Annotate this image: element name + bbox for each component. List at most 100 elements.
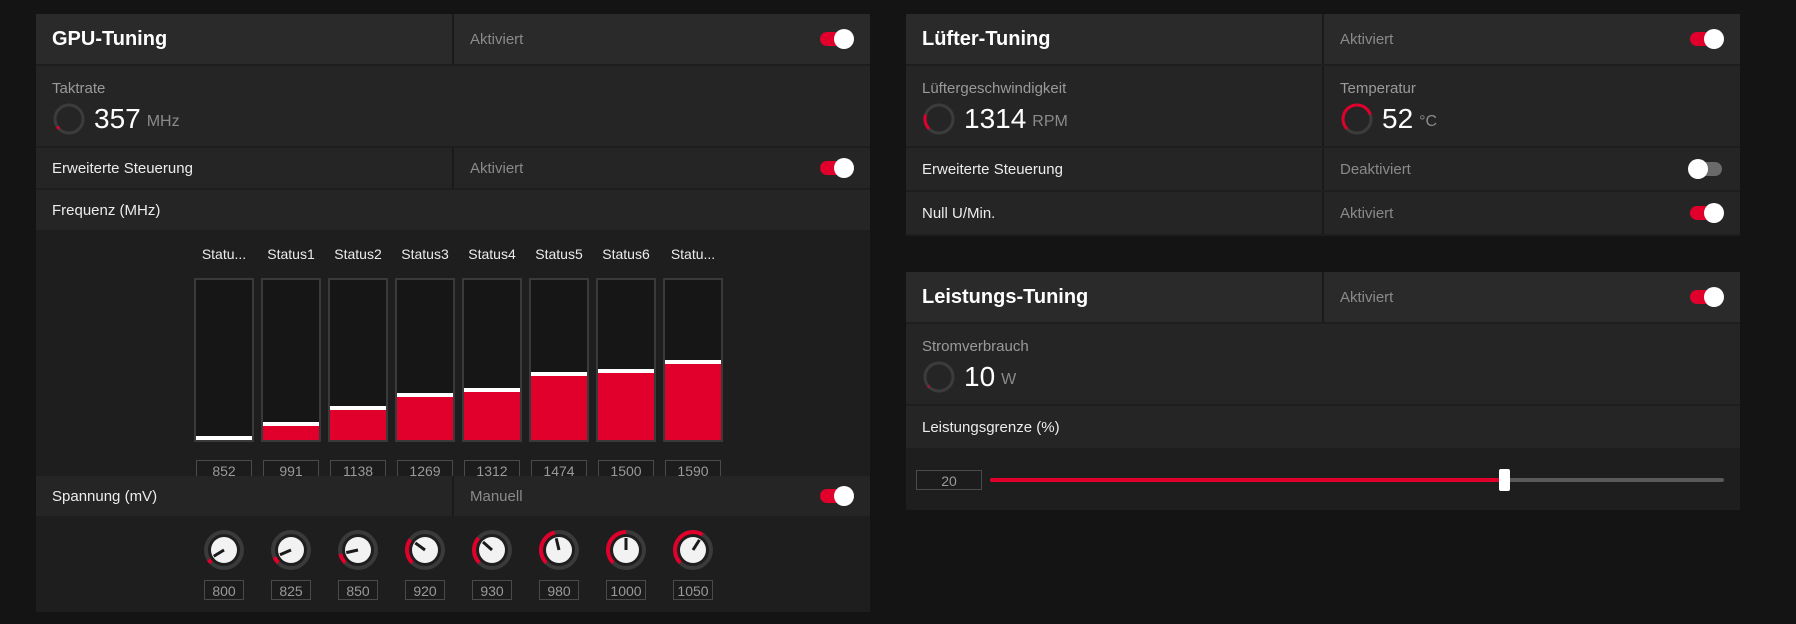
temperature-unit: °C: [1419, 113, 1438, 130]
voltage-knob-value[interactable]: 980: [539, 580, 579, 600]
voltage-label: Spannung (mV): [52, 487, 158, 505]
frequency-state-label: Status4: [468, 246, 516, 262]
frequency-state-handle[interactable]: [397, 393, 453, 397]
power-limit-slider-fill: [990, 478, 1504, 482]
frequency-state-bar[interactable]: [462, 278, 522, 442]
frequency-state-handle[interactable]: [598, 369, 654, 373]
frequency-state-label: Status2: [334, 246, 382, 262]
clock-gauge-icon: [53, 103, 85, 135]
voltage-knobs: 800 825 850 920 930 980 1000 1050: [194, 528, 734, 608]
voltage-knob-5: 980: [529, 528, 589, 608]
power-limit-value[interactable]: 20: [916, 470, 982, 490]
voltage-knob-value[interactable]: 800: [204, 580, 244, 600]
voltage-knob-dial[interactable]: [403, 528, 447, 572]
frequency-state-label: Statu...: [201, 246, 247, 262]
power-unit: W: [1001, 371, 1017, 388]
frequency-state-bar[interactable]: [395, 278, 455, 442]
frequency-state-0: Statu... 852: [194, 246, 254, 486]
voltage-knob-7: 1050: [663, 528, 723, 608]
frequency-state-label: Status1: [267, 246, 315, 262]
frequency-state-fill: [665, 362, 721, 440]
voltage-knob-4: 930: [462, 528, 522, 608]
fan-speed-unit: RPM: [1032, 113, 1068, 130]
voltage-knob-value[interactable]: 1000: [606, 580, 646, 600]
power-limit-row: Leistungsgrenze (%): [906, 406, 1740, 448]
power-tuning-toggle[interactable]: [1690, 287, 1724, 307]
fan-advanced-status: Deaktiviert: [1340, 160, 1411, 178]
frequency-state-handle[interactable]: [196, 436, 252, 440]
gpu-tuning-header: GPU-Tuning Aktiviert: [36, 14, 870, 64]
frequency-header-row: Frequenz (MHz): [36, 190, 870, 230]
gpu-advanced-toggle[interactable]: [820, 158, 854, 178]
voltage-knob-value[interactable]: 930: [472, 580, 512, 600]
frequency-state-fill: [397, 395, 453, 440]
frequency-state-fill: [598, 371, 654, 440]
frequency-state-bar[interactable]: [529, 278, 589, 442]
frequency-state-label: Statu...: [670, 246, 716, 262]
frequency-state-bar[interactable]: [328, 278, 388, 442]
frequency-state-5: Status5 1474: [529, 246, 589, 486]
voltage-status: Manuell: [470, 487, 523, 505]
temperature-gauge-icon: [1341, 103, 1373, 135]
clock-value: 357: [94, 103, 141, 134]
frequency-state-3: Status3 1269: [395, 246, 455, 486]
fan-tuning-toggle[interactable]: [1690, 29, 1724, 49]
frequency-state-handle[interactable]: [531, 372, 587, 376]
zero-rpm-status: Aktiviert: [1340, 204, 1394, 222]
gpu-advanced-status: Aktiviert: [470, 159, 524, 177]
frequency-state-fill: [464, 390, 520, 440]
voltage-knob-dial[interactable]: [604, 528, 648, 572]
frequency-state-fill: [330, 408, 386, 440]
fan-tuning-status: Aktiviert: [1340, 30, 1394, 48]
power-consumption-label: Stromverbrauch: [922, 338, 1029, 355]
frequency-state-handle[interactable]: [464, 388, 520, 392]
fan-tuning-title: Lüfter-Tuning: [922, 27, 1051, 50]
frequency-state-handle[interactable]: [330, 406, 386, 410]
frequency-state-bar[interactable]: [663, 278, 723, 442]
fan-tuning-panel: Lüfter-Tuning Aktiviert Lüftergeschwindi…: [906, 14, 1740, 236]
power-consumption-row: Stromverbrauch 10 W: [906, 324, 1740, 404]
fan-advanced-toggle[interactable]: [1688, 159, 1722, 179]
gpu-clock-row: Taktrate 357 MHz: [36, 66, 870, 146]
temperature-value: 52: [1382, 103, 1414, 134]
gpu-tuning-title: GPU-Tuning: [52, 27, 168, 50]
voltage-knob-dial[interactable]: [202, 528, 246, 572]
clock-unit: MHz: [146, 113, 180, 130]
voltage-knob-value[interactable]: 825: [271, 580, 311, 600]
voltage-knob-dial[interactable]: [269, 528, 313, 572]
frequency-state-fill: [263, 424, 319, 440]
voltage-knob-dial[interactable]: [470, 528, 514, 572]
voltage-knob-0: 800: [194, 528, 254, 608]
frequency-state-bar[interactable]: [261, 278, 321, 442]
frequency-label: Frequenz (MHz): [52, 201, 161, 219]
voltage-knob-value[interactable]: 920: [405, 580, 445, 600]
voltage-header-row: Spannung (mV) Manuell: [36, 476, 870, 516]
temperature-label: Temperatur: [1340, 80, 1416, 97]
frequency-state-handle[interactable]: [665, 360, 721, 364]
fan-speed-value: 1314: [964, 103, 1027, 134]
frequency-state-7: Statu... 1590: [663, 246, 723, 486]
fan-advanced-label: Erweiterte Steuerung: [922, 160, 1063, 178]
zero-rpm-toggle[interactable]: [1690, 203, 1724, 223]
gpu-tuning-toggle[interactable]: [820, 29, 854, 49]
voltage-knob-value[interactable]: 1050: [673, 580, 713, 600]
frequency-state-handle[interactable]: [263, 422, 319, 426]
voltage-toggle[interactable]: [820, 486, 854, 506]
frequency-state-label: Status6: [602, 246, 650, 262]
fan-advanced-row: Erweiterte Steuerung Deaktiviert: [906, 148, 1740, 190]
power-tuning-panel: Leistungs-Tuning Aktiviert Stromverbrauc…: [906, 272, 1740, 510]
power-gauge-icon: [923, 361, 955, 393]
frequency-state-bar[interactable]: [596, 278, 656, 442]
voltage-knob-value[interactable]: 850: [338, 580, 378, 600]
voltage-knob-dial[interactable]: [336, 528, 380, 572]
voltage-knob-3: 920: [395, 528, 455, 608]
voltage-knob-dial[interactable]: [537, 528, 581, 572]
power-limit-slider-track[interactable]: [990, 469, 1724, 491]
voltage-knob-dial[interactable]: [671, 528, 715, 572]
frequency-state-2: Status2 1138: [328, 246, 388, 486]
frequency-state-1: Status1 991: [261, 246, 321, 486]
power-tuning-title: Leistungs-Tuning: [922, 285, 1089, 308]
frequency-state-bar[interactable]: [194, 278, 254, 442]
power-limit-slider-thumb[interactable]: [1498, 469, 1510, 491]
voltage-knob-2: 850: [328, 528, 388, 608]
